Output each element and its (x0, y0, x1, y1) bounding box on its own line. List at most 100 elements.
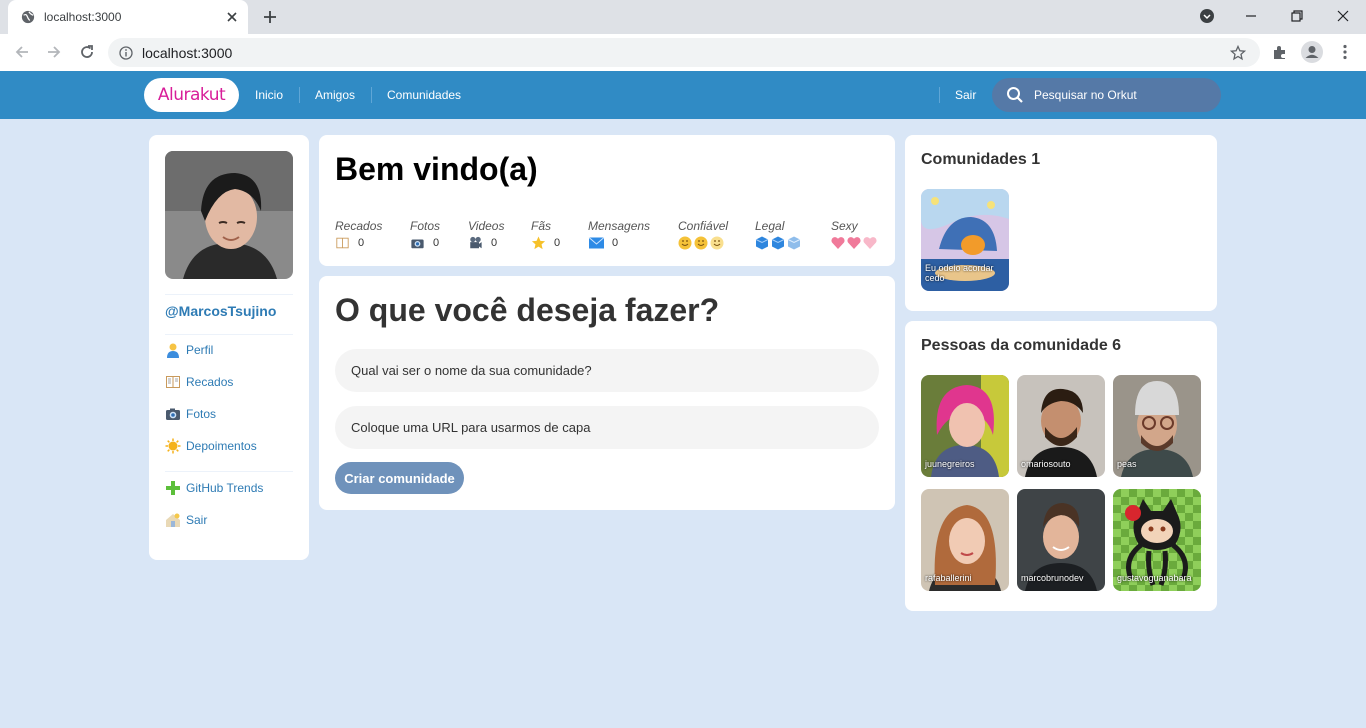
sidebar-item-label: GitHub Trends (186, 481, 264, 495)
person-tile[interactable]: juunegreiros (921, 375, 1009, 477)
communities-box: Comunidades 1 Eu odeio acordar cedo (905, 135, 1217, 311)
reload-icon[interactable] (78, 43, 96, 61)
bookmark-star-icon[interactable] (1230, 45, 1246, 61)
sidebar-item-label: Depoimentos (186, 439, 257, 453)
divider (165, 471, 293, 472)
heart-icon (831, 237, 877, 249)
stat-value: 0 (433, 237, 440, 249)
communities-title: Comunidades 1 (921, 151, 1041, 168)
sidebar-item-label: Perfil (186, 343, 214, 357)
globe-icon (21, 10, 35, 24)
stat-fas: Fãs 0 (531, 219, 560, 251)
close-window-icon[interactable] (1335, 8, 1351, 24)
address-bar[interactable]: localhost:3000 (108, 38, 1260, 67)
forward-icon[interactable] (45, 43, 63, 61)
sidebar-item-sair[interactable]: Sair (165, 512, 295, 528)
close-tab-icon[interactable] (224, 9, 240, 25)
more-menu-icon[interactable] (1336, 43, 1354, 61)
sidebar-item-depoimentos[interactable]: Depoimentos (165, 438, 295, 454)
browser-tab[interactable]: localhost:3000 (8, 0, 248, 34)
form-title: O que você deseja fazer? (335, 292, 720, 328)
browser-toolbar: localhost:3000 (0, 34, 1366, 71)
stat-mensagens: Mensagens 0 (588, 219, 650, 251)
alurakut-logo[interactable]: Alurakut (144, 78, 239, 112)
tab-title: localhost:3000 (44, 10, 122, 24)
stat-label: Sexy (831, 219, 858, 233)
nav-inicio[interactable]: Inicio (255, 88, 283, 102)
restore-icon[interactable] (1289, 8, 1305, 24)
sidebar-item-fotos[interactable]: Fotos (165, 406, 295, 422)
stat-videos: Videos 0 (468, 219, 504, 251)
sidebar-item-label: Fotos (186, 407, 217, 421)
profile-avatar-icon[interactable] (1301, 41, 1323, 63)
cube-icon (755, 236, 801, 250)
person-tile[interactable]: rafaballerini (921, 489, 1009, 591)
stat-label: Videos (468, 219, 505, 233)
stat-value: 0 (491, 237, 498, 249)
stat-label: Fotos (410, 219, 441, 233)
sun-icon (165, 438, 181, 454)
camera-icon (411, 239, 424, 249)
stat-recados: Recados 0 (335, 219, 382, 251)
person-name: gustavoguanabara (1117, 573, 1192, 583)
new-tab-icon[interactable] (262, 9, 278, 25)
person-tile[interactable]: gustavoguanabara (1113, 489, 1201, 591)
envelope-icon (588, 237, 605, 249)
stat-value: 0 (612, 237, 619, 249)
book-icon (166, 376, 180, 388)
person-name: rafaballerini (925, 573, 972, 583)
community-name: Eu odeio acordar cedo (925, 263, 994, 283)
stat-label: Mensagens (588, 219, 651, 233)
stat-label: Fãs (531, 219, 552, 233)
search-box[interactable]: Pesquisar no Orkut (992, 78, 1221, 112)
profile-username[interactable]: @MarcosTsujino (165, 303, 276, 319)
book-icon (336, 237, 349, 249)
welcome-card: Bem vindo(a) Recados 0 Fotos 0 Videos 0 … (319, 135, 895, 266)
stat-sexy: Sexy (831, 219, 877, 251)
logout-link[interactable]: Sair (955, 88, 976, 102)
url-text: localhost:3000 (142, 45, 233, 61)
sidebar-item-perfil[interactable]: Perfil (165, 342, 295, 358)
minimize-icon[interactable] (1243, 8, 1259, 24)
person-tile[interactable]: omariosouto (1017, 375, 1105, 477)
nav-amigos[interactable]: Amigos (315, 88, 355, 102)
stat-legal: Legal (755, 219, 801, 251)
sidebar-item-label: Recados (186, 375, 234, 389)
sidebar-item-recados[interactable]: Recados (165, 374, 295, 390)
create-community-button[interactable]: Criar comunidade (335, 462, 464, 494)
nav-comunidades[interactable]: Comunidades (387, 88, 461, 102)
cover-url-input[interactable] (335, 406, 879, 449)
nav-divider (371, 87, 372, 103)
nav-divider (299, 87, 300, 103)
people-title: Pessoas da comunidade 6 (921, 337, 1122, 354)
profile-avatar[interactable] (165, 151, 293, 279)
info-icon[interactable] (119, 46, 133, 60)
stat-label: Legal (755, 219, 785, 233)
stat-confiavel: Confiável (678, 219, 728, 251)
smiley-icon (678, 236, 724, 250)
divider (165, 334, 293, 335)
sidebar-item-label: Sair (186, 513, 208, 527)
back-icon[interactable] (13, 43, 31, 61)
sidebar-item-github-trends[interactable]: GitHub Trends (165, 480, 295, 496)
community-tile[interactable]: Eu odeio acordar cedo (921, 189, 1009, 291)
profile-sidebar: @MarcosTsujino Perfil Recados Fotos Depo… (149, 135, 309, 560)
person-tile[interactable]: marcobrunodev (1017, 489, 1105, 591)
search-input[interactable]: Pesquisar no Orkut (1034, 88, 1137, 102)
divider (165, 294, 293, 295)
user-icon (167, 343, 179, 358)
community-name-input[interactable] (335, 349, 879, 392)
person-name: marcobrunodev (1021, 573, 1084, 583)
people-box: Pessoas da comunidade 6 juunegreiros oma… (905, 321, 1217, 611)
extensions-icon[interactable] (1271, 43, 1289, 61)
welcome-title: Bem vindo(a) (335, 151, 538, 187)
create-community-card: O que você deseja fazer? Criar comunidad… (319, 276, 895, 510)
person-tile[interactable]: peas (1113, 375, 1201, 477)
person-name: omariosouto (1021, 459, 1071, 469)
stat-value: 0 (554, 237, 561, 249)
search-icon (1007, 87, 1023, 103)
browser-tab-strip: localhost:3000 (0, 0, 1366, 34)
profile-dropdown-icon[interactable] (1199, 8, 1215, 24)
star-icon (531, 236, 546, 250)
stat-label: Confiável (678, 219, 729, 233)
